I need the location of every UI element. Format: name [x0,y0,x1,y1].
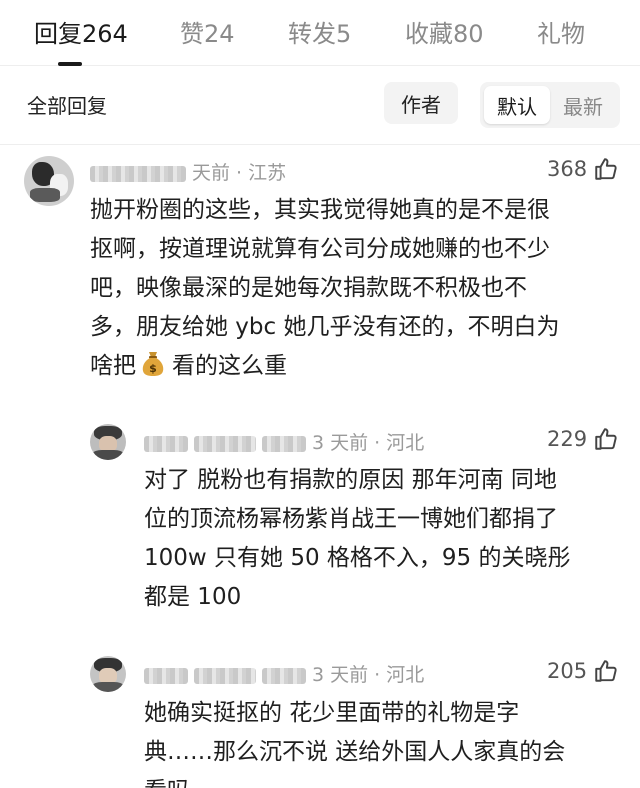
comment-meta: 3 天前 · 河北 [144,660,424,687]
blurred-username[interactable] [90,165,186,182]
sort-toggle: 默认 最新 [480,82,620,128]
comment-line: 抛开粉圈的这些，其实我觉得她真的是不是很 [90,197,550,223]
avatar[interactable] [24,156,74,206]
author-filter-button[interactable]: 作者 [384,82,458,124]
comment-line: 位的顶流杨幂杨紫肖战王一博她们都捐了 [144,506,558,532]
blurred-username[interactable] [144,435,188,452]
divider [0,144,640,145]
sort-latest-button[interactable]: 最新 [550,86,616,124]
comment-text: 对了 脱粉也有捐款的原因 那年河南 同地 位的顶流杨幂杨紫肖战王一博她们都捐了 … [144,461,624,617]
avatar[interactable] [90,656,126,692]
tab-gifts[interactable]: 礼物 [537,14,585,49]
like-count: 229 [547,427,588,451]
sort-default-button[interactable]: 默认 [484,86,550,124]
comment-meta: 3 天前 · 河北 [144,428,424,455]
comment-line: 看吗 [144,772,624,788]
tab-favorites[interactable]: 收藏80 [405,14,484,49]
tab-reposts[interactable]: 转发5 [288,14,351,49]
thumbs-up-icon [595,158,617,180]
tab-replies[interactable]: 回复264 [34,14,128,49]
comment-text: 抛开粉圈的这些，其实我觉得她真的是不是很 抠啊，按道理说就算有公司分成她赚的也不… [90,191,620,386]
svg-text:$: $ [149,362,157,375]
comment-line: 她确实挺抠的 花少里面带的礼物是字 [144,700,520,726]
comment-text: 她确实挺抠的 花少里面带的礼物是字 典……那么沉不说 送给外国人人家真的会 看吗 [144,694,624,788]
like-button[interactable]: 205 [547,658,619,684]
active-tab-indicator [58,62,82,66]
comment-line: 吧，映像最深的是她每次捐款既不积极也不 [90,275,527,301]
comment-meta: 天前 · 江苏 [90,158,286,185]
thumbs-up-icon [595,428,617,450]
avatar[interactable] [90,424,126,460]
tab-likes[interactable]: 赞24 [180,14,235,49]
comment-line: 抠啊，按道理说就算有公司分成她赚的也不少 [90,236,550,262]
like-button[interactable]: 368 [547,156,619,182]
comment-line: 都是 100 [144,584,242,610]
like-count: 205 [547,659,588,683]
thumbs-up-icon [595,660,617,682]
like-button[interactable]: 229 [547,426,619,452]
blurred-username[interactable] [144,667,188,684]
tab-bar: 回复264 赞24 转发5 收藏80 礼物 [0,0,640,66]
comment-line: 啥把 $ 看的这么重 [90,347,620,386]
money-bag-icon: $ [142,352,164,376]
comment-line: 对了 脱粉也有捐款的原因 那年河南 同地 [144,467,557,493]
comment-line: 多，朋友给她 ybc 她几乎没有还的，不明白为 [90,314,560,340]
comment-line: 典……那么沉不说 送给外国人人家真的会 [144,739,566,765]
all-replies-label: 全部回复 [27,94,107,118]
like-count: 368 [547,157,588,181]
comment-line: 100w 只有她 50 格格不入，95 的关晓彤 [144,545,571,571]
